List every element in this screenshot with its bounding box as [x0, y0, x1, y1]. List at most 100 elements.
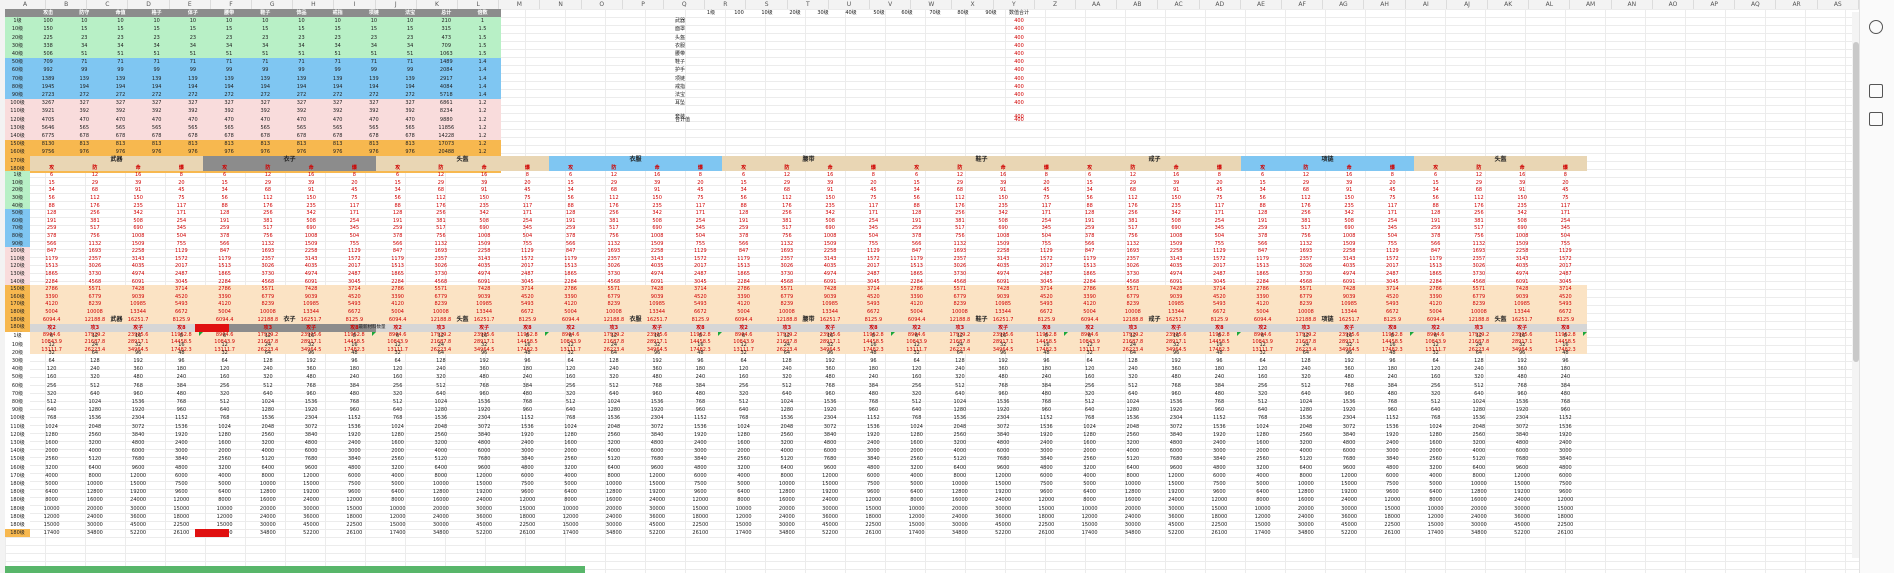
bottom-value-cell[interactable]: 1536: [1371, 423, 1414, 431]
side-total-cell[interactable]: 400: [1005, 17, 1033, 25]
bottom-value-cell[interactable]: 16: [1371, 341, 1414, 349]
bottom-value-cell[interactable]: 12000: [203, 513, 246, 521]
bottom-value-cell[interactable]: 34800: [592, 529, 635, 537]
top-value-cell[interactable]: 6775: [30, 132, 66, 140]
bottom-sub-header[interactable]: 攻子: [117, 324, 160, 332]
top-value-cell[interactable]: 813: [283, 140, 319, 148]
bottom-value-cell[interactable]: 1280: [1241, 431, 1284, 439]
top-value-cell[interactable]: 194: [320, 83, 356, 91]
bottom-value-cell[interactable]: 1536: [982, 398, 1025, 406]
bottom-level-label[interactable]: 1级: [5, 332, 30, 340]
bottom-value-cell[interactable]: 34800: [246, 529, 289, 537]
bottom-value-cell[interactable]: 19200: [463, 488, 506, 496]
bottom-value-cell[interactable]: 480: [636, 373, 679, 381]
bottom-value-cell[interactable]: 12800: [246, 488, 289, 496]
bottom-value-cell[interactable]: 2560: [73, 431, 116, 439]
top-value-cell[interactable]: 194: [392, 83, 428, 91]
bottom-value-cell[interactable]: 16: [982, 332, 1025, 340]
bottom-value-cell[interactable]: 1920: [160, 431, 203, 439]
sheet-panel-icon[interactable]: [1869, 84, 1883, 98]
bottom-value-cell[interactable]: 3072: [290, 423, 333, 431]
bottom-value-cell[interactable]: 5000: [203, 480, 246, 488]
level-label[interactable]: 160级: [5, 148, 30, 156]
bottom-value-cell[interactable]: 240: [1025, 373, 1068, 381]
bottom-value-cell[interactable]: 640: [938, 390, 981, 398]
bottom-value-cell[interactable]: 1536: [419, 414, 462, 422]
bottom-value-cell[interactable]: 16000: [938, 496, 981, 504]
top-value-cell[interactable]: 51: [283, 50, 319, 58]
bottom-value-cell[interactable]: 768: [376, 414, 419, 422]
bottom-value-cell[interactable]: 128: [1284, 357, 1327, 365]
bottom-value-cell[interactable]: 10000: [246, 480, 289, 488]
bottom-value-cell[interactable]: 16000: [765, 496, 808, 504]
side-total-cell[interactable]: 400: [1005, 34, 1033, 42]
bottom-value-cell[interactable]: 15000: [1544, 505, 1587, 513]
bottom-value-cell[interactable]: 15000: [463, 480, 506, 488]
bottom-value-cell[interactable]: 48: [1544, 349, 1587, 357]
bottom-value-cell[interactable]: 12: [549, 341, 592, 349]
bottom-value-cell[interactable]: 2560: [1414, 455, 1457, 463]
bottom-value-cell[interactable]: 5120: [419, 455, 462, 463]
top-value-cell[interactable]: 210: [428, 17, 464, 25]
bottom-value-cell[interactable]: 10000: [203, 505, 246, 513]
column-letter[interactable]: AR: [1777, 0, 1818, 9]
column-letter[interactable]: AN: [1612, 0, 1653, 9]
bottom-value-cell[interactable]: 32: [895, 349, 938, 357]
top-value-cell[interactable]: 23: [175, 34, 211, 42]
bottom-value-cell[interactable]: 2000: [895, 447, 938, 455]
top-value-cell[interactable]: 34: [320, 42, 356, 50]
column-letter[interactable]: AH: [1365, 0, 1406, 9]
bottom-sub-header[interactable]: 攻子: [809, 324, 852, 332]
bottom-value-cell[interactable]: 2400: [1198, 439, 1241, 447]
top-value-cell[interactable]: 194: [356, 83, 392, 91]
bottom-value-cell[interactable]: 19200: [809, 488, 852, 496]
bottom-value-cell[interactable]: 256: [203, 382, 246, 390]
bottom-value-cell[interactable]: 16: [463, 332, 506, 340]
top-value-cell[interactable]: 23: [320, 34, 356, 42]
bottom-value-cell[interactable]: 12800: [938, 488, 981, 496]
bottom-value-cell[interactable]: 4800: [809, 439, 852, 447]
bottom-value-cell[interactable]: 6400: [938, 464, 981, 472]
bottom-value-cell[interactable]: 6: [1241, 332, 1284, 340]
top-header-cell[interactable]: 命值: [102, 9, 138, 17]
bottom-value-cell[interactable]: 7680: [1501, 455, 1544, 463]
bottom-value-cell[interactable]: 6: [722, 332, 765, 340]
side-total-cell[interactable]: 400: [1005, 116, 1033, 124]
side-row-label[interactable]: 项链: [675, 75, 697, 83]
bottom-value-cell[interactable]: 6000: [333, 472, 376, 480]
top-value-cell[interactable]: 23: [283, 34, 319, 42]
bottom-value-cell[interactable]: 5000: [722, 480, 765, 488]
bottom-value-cell[interactable]: 256: [376, 382, 419, 390]
bottom-value-cell[interactable]: 32: [809, 341, 852, 349]
bottom-value-cell[interactable]: 240: [419, 365, 462, 373]
bottom-value-cell[interactable]: 7680: [463, 455, 506, 463]
bottom-value-cell[interactable]: 32: [30, 349, 73, 357]
bottom-value-cell[interactable]: 12000: [1241, 513, 1284, 521]
top-value-cell[interactable]: 678: [392, 132, 428, 140]
bottom-value-cell[interactable]: 6: [1068, 332, 1111, 340]
top-header-cell[interactable]: 饰品: [283, 9, 319, 17]
bottom-value-cell[interactable]: 12000: [852, 496, 895, 504]
bottom-value-cell[interactable]: 12000: [895, 513, 938, 521]
column-letter[interactable]: AO: [1653, 0, 1694, 9]
bottom-level-label[interactable]: 150级: [5, 455, 30, 463]
bottom-value-cell[interactable]: 120: [376, 365, 419, 373]
bottom-value-cell[interactable]: 512: [1111, 382, 1154, 390]
bottom-value-cell[interactable]: 7500: [1371, 480, 1414, 488]
bottom-value-cell[interactable]: 480: [809, 373, 852, 381]
bottom-value-cell[interactable]: 20000: [592, 505, 635, 513]
bottom-value-cell[interactable]: 4000: [246, 447, 289, 455]
bottom-value-cell[interactable]: 15000: [376, 521, 419, 529]
bottom-value-cell[interactable]: 30000: [290, 505, 333, 513]
bottom-value-cell[interactable]: 4000: [549, 472, 592, 480]
top-value-cell[interactable]: 194: [66, 83, 102, 91]
bottom-value-cell[interactable]: 960: [1155, 390, 1198, 398]
top-value-cell[interactable]: 51: [175, 50, 211, 58]
bottom-value-cell[interactable]: 1152: [1371, 414, 1414, 422]
bottom-value-cell[interactable]: 64: [203, 357, 246, 365]
bottom-value-cell[interactable]: 16: [160, 341, 203, 349]
bottom-level-label[interactable]: 50级: [5, 373, 30, 381]
bottom-value-cell[interactable]: 1536: [765, 414, 808, 422]
bottom-value-cell[interactable]: 120: [895, 365, 938, 373]
bottom-value-cell[interactable]: 17400: [895, 529, 938, 537]
